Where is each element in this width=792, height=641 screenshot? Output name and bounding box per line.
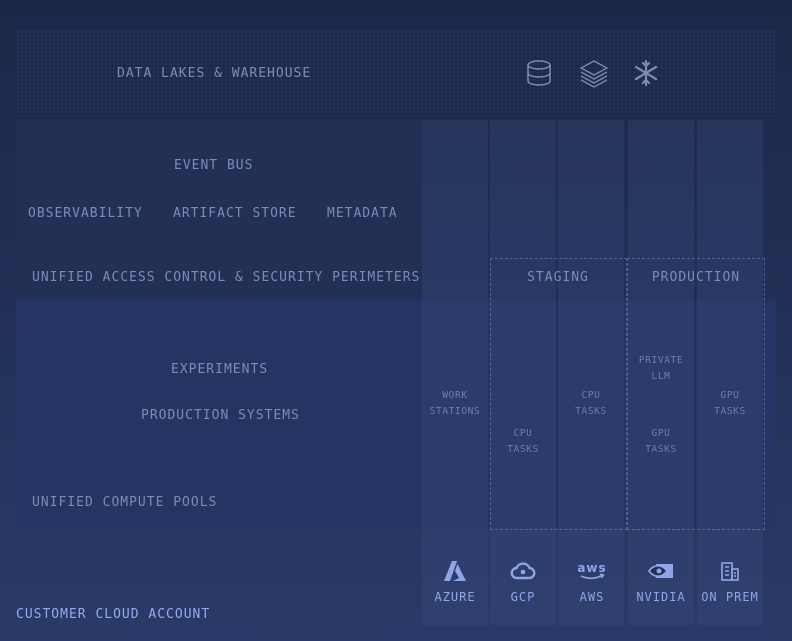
aws-icon: aws xyxy=(558,560,626,582)
workstations-label: WORK STATIONS xyxy=(429,390,481,417)
azure-column xyxy=(422,120,488,625)
provider-aws: aws AWS xyxy=(558,560,626,604)
event-bus-label: EVENT BUS xyxy=(174,158,254,173)
divider xyxy=(695,290,696,528)
provider-on-prem: ON PREM xyxy=(696,560,764,604)
production-label: PRODUCTION xyxy=(651,270,741,285)
customer-cloud-account-label: CUSTOMER CLOUD ACCOUNT xyxy=(16,607,211,622)
provider-azure: AZURE xyxy=(421,560,489,604)
data-lakes-label: DATA LAKES & WAREHOUSE xyxy=(117,66,312,81)
artifact-store-label: ARTIFACT STORE xyxy=(173,206,297,221)
experiments-label: EXPERIMENTS xyxy=(171,362,269,377)
staging-cpu-tasks-label: CPU TASKS xyxy=(575,390,607,417)
layers-icon xyxy=(578,58,610,94)
database-icon xyxy=(524,58,554,92)
building-icon xyxy=(696,560,764,582)
provider-label: GCP xyxy=(510,590,536,604)
production-systems-label: PRODUCTION SYSTEMS xyxy=(141,408,300,423)
snowflake-icon xyxy=(632,58,660,92)
svg-text:aws: aws xyxy=(577,561,606,575)
production-gpu-tasks-label: GPU TASKS xyxy=(645,428,677,455)
provider-label: NVIDIA xyxy=(636,590,686,604)
provider-gcp: GCP xyxy=(489,560,557,604)
nvidia-icon xyxy=(627,560,695,582)
compute-pools-label: UNIFIED COMPUTE POOLS xyxy=(32,495,218,510)
provider-label: AZURE xyxy=(434,590,476,604)
access-control-label: UNIFIED ACCESS CONTROL & SECURITY PERIME… xyxy=(32,270,421,285)
observability-label: OBSERVABILITY xyxy=(28,206,143,221)
staging-cpu-tasks-label: CPU TASKS xyxy=(507,428,539,455)
production-gpu-tasks-label: GPU TASKS xyxy=(714,390,746,417)
metadata-label: METADATA xyxy=(327,206,398,221)
private-llm-label: PRIVATE LLM xyxy=(638,355,684,382)
staging-label: STAGING xyxy=(527,270,589,285)
provider-label: AWS xyxy=(579,590,605,604)
provider-label: ON PREM xyxy=(701,590,759,604)
provider-nvidia: NVIDIA xyxy=(627,560,695,604)
azure-icon xyxy=(421,560,489,582)
gcp-cloud-icon xyxy=(489,560,557,582)
